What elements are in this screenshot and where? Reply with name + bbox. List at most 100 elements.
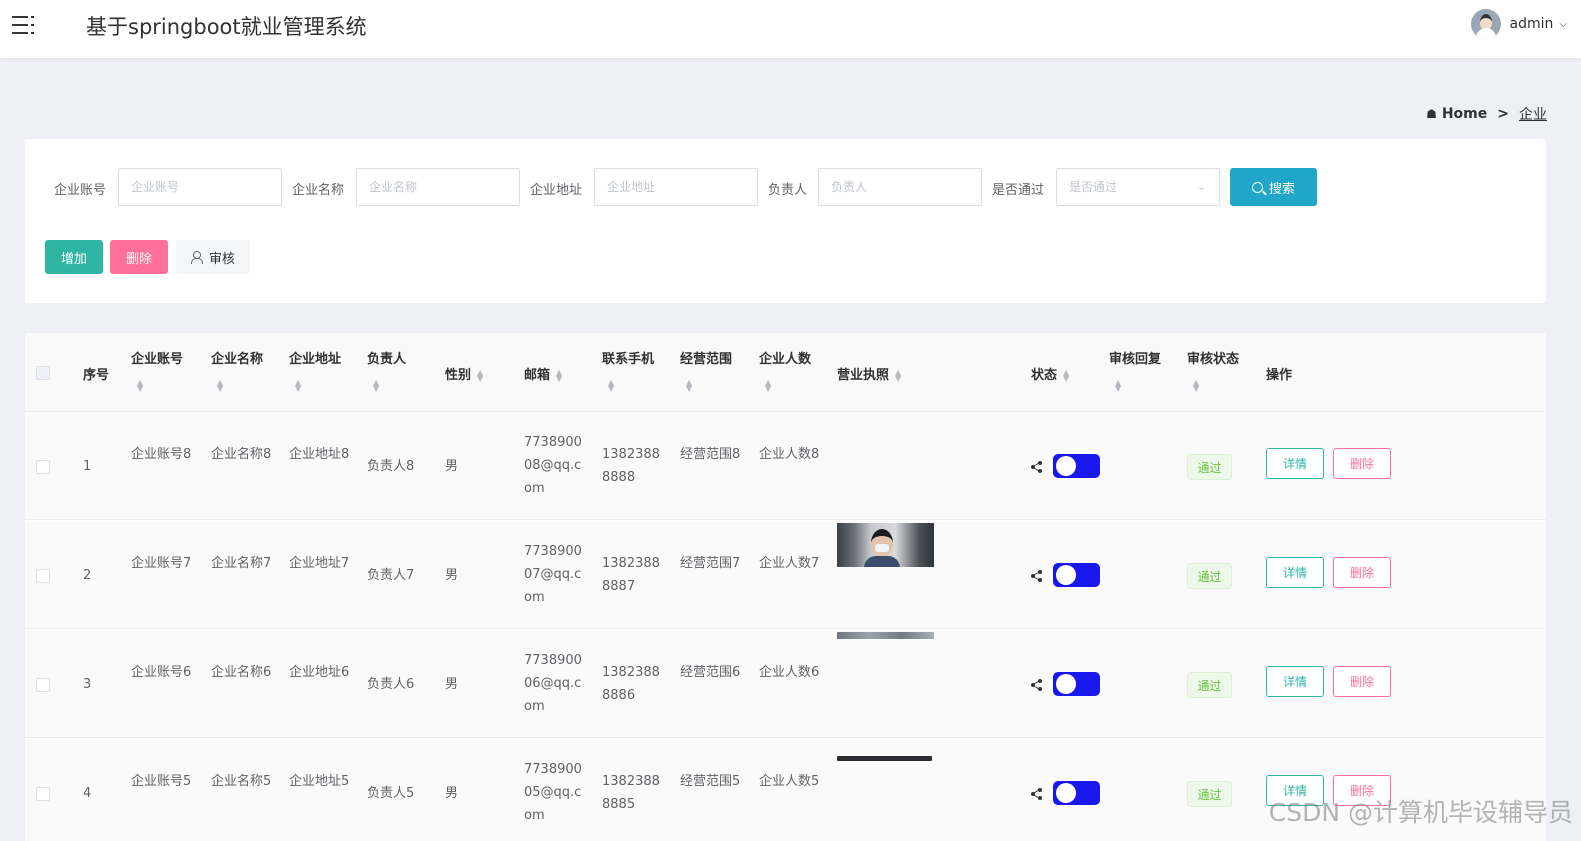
- col-license[interactable]: 营业执照 ▲ ▼: [837, 364, 901, 383]
- table-row: 3 企业账号6 企业名称6 企业地址6 负责人6 男 773890006@qq.…: [25, 630, 1546, 738]
- col-address[interactable]: 企业地址 ▲ ▼: [289, 348, 341, 393]
- search-button-label: 搜索: [1268, 181, 1295, 197]
- chevron-down-icon: ⌵: [1559, 18, 1567, 30]
- cell-email: 773890007@qq.com: [524, 544, 582, 605]
- license-image[interactable]: [837, 523, 934, 567]
- breadcrumb-home[interactable]: Home: [1442, 106, 1487, 122]
- select-all-checkbox[interactable]: [36, 366, 50, 380]
- owner-input[interactable]: [818, 168, 982, 206]
- delete-button[interactable]: 删除: [1333, 666, 1391, 697]
- watermark: CSDN @计算机毕设辅导员: [1268, 798, 1573, 827]
- cell-owner: 负责人6: [367, 677, 415, 692]
- status-toggle[interactable]: [1053, 454, 1100, 478]
- filter-label-account: 企业账号: [54, 183, 107, 198]
- status-toggle[interactable]: [1053, 781, 1100, 805]
- col-status[interactable]: 状态 ▲ ▼: [1031, 364, 1069, 383]
- cell-index: 1: [83, 459, 92, 474]
- detail-button[interactable]: 详情: [1266, 557, 1324, 588]
- cell-scope: 经营范围5: [680, 774, 741, 789]
- row-checkbox[interactable]: [36, 460, 50, 474]
- cell-name: 企业名称5: [211, 774, 272, 789]
- col-staff[interactable]: 企业人数 ▲ ▼: [759, 348, 811, 393]
- col-audit-status[interactable]: 审核状态 ▲ ▼: [1187, 348, 1239, 393]
- audit-button[interactable]: 审核: [176, 240, 250, 274]
- status-badge: 通过: [1187, 672, 1232, 698]
- address-input[interactable]: [594, 168, 758, 206]
- account-input[interactable]: [118, 168, 282, 206]
- col-owner[interactable]: 负责人 ▲ ▼: [367, 348, 406, 393]
- cell-gender: 男: [445, 459, 459, 474]
- col-scope[interactable]: 经营范围 ▲ ▼: [680, 348, 732, 393]
- breadcrumb-separator: >: [1497, 106, 1509, 122]
- cell-staff: 企业人数6: [759, 665, 820, 680]
- col-email[interactable]: 邮箱 ▲ ▼: [524, 364, 562, 383]
- cell-staff: 企业人数5: [759, 774, 820, 789]
- cell-phone: 13823888885: [602, 774, 660, 812]
- table-header: 序号 企业账号 ▲ ▼ 企业名称 ▲ ▼ 企业地址 ▲ ▼ 负责人 ▲ ▼ 性别 ▲ ▼ 邮箱 ▲ ▼ …: [25, 333, 1546, 412]
- cell-address: 企业地址5: [289, 774, 350, 789]
- col-reply[interactable]: 审核回复 ▲ ▼: [1109, 348, 1161, 393]
- detail-button[interactable]: 详情: [1266, 448, 1324, 479]
- cell-owner: 负责人5: [367, 786, 415, 801]
- name-input[interactable]: [356, 168, 520, 206]
- delete-button[interactable]: 删除: [1333, 448, 1391, 479]
- row-checkbox[interactable]: [36, 787, 50, 801]
- breadcrumb: ☗ Home > 企业: [1426, 104, 1547, 124]
- filter-label-approved: 是否通过: [992, 183, 1045, 198]
- user-menu[interactable]: admin ⌵: [1470, 9, 1567, 39]
- sort-icon: ▲ ▼: [477, 367, 484, 383]
- table-row: 1 企业账号8 企业名称8 企业地址8 负责人8 男 773890008@qq.…: [25, 412, 1546, 520]
- cell-gender: 男: [445, 677, 459, 692]
- search-button[interactable]: 搜索: [1230, 168, 1317, 206]
- table-row: 2 企业账号7 企业名称7 企业地址7 负责人7 男 773890007@qq.…: [25, 521, 1546, 629]
- cell-gender: 男: [445, 786, 459, 801]
- sort-icon: ▲ ▼: [765, 378, 772, 393]
- cell-name: 企业名称6: [211, 665, 272, 680]
- sort-icon: ▲ ▼: [556, 367, 563, 383]
- approved-select[interactable]: [1056, 168, 1220, 206]
- detail-button[interactable]: 详情: [1266, 666, 1324, 697]
- cell-account: 企业账号6: [131, 665, 192, 680]
- share-icon[interactable]: [1031, 679, 1043, 691]
- sort-icon: ▲ ▼: [1063, 367, 1070, 383]
- breadcrumb-current[interactable]: 企业: [1519, 104, 1547, 124]
- cell-email: 773890005@qq.com: [524, 762, 582, 823]
- cell-scope: 经营范围7: [680, 556, 741, 571]
- status-toggle[interactable]: [1053, 563, 1100, 587]
- cell-name: 企业名称7: [211, 556, 272, 571]
- status-toggle[interactable]: [1053, 672, 1100, 696]
- col-ops: 操作: [1266, 368, 1293, 383]
- add-button[interactable]: 增加: [45, 240, 103, 274]
- cell-owner: 负责人8: [367, 459, 415, 474]
- cell-index: 2: [83, 568, 92, 583]
- col-gender[interactable]: 性别 ▲ ▼: [445, 364, 483, 383]
- col-name[interactable]: 企业名称 ▲ ▼: [211, 348, 263, 393]
- license-image[interactable]: [837, 632, 934, 639]
- cell-index: 3: [83, 677, 92, 692]
- cell-scope: 经营范围6: [680, 665, 741, 680]
- row-checkbox[interactable]: [36, 678, 50, 692]
- user-icon: [190, 251, 203, 264]
- share-icon[interactable]: [1031, 570, 1043, 582]
- license-image[interactable]: [837, 756, 932, 761]
- sort-icon: ▲ ▼: [295, 378, 302, 393]
- sort-icon: ▲ ▼: [895, 367, 902, 383]
- batch-delete-button[interactable]: 删除: [110, 240, 168, 274]
- delete-button[interactable]: 删除: [1333, 557, 1391, 588]
- share-icon[interactable]: [1031, 461, 1043, 473]
- sort-icon: ▲ ▼: [686, 378, 693, 393]
- col-account[interactable]: 企业账号 ▲ ▼: [131, 348, 183, 393]
- cell-name: 企业名称8: [211, 447, 272, 462]
- cell-phone: 13823888886: [602, 665, 660, 703]
- menu-icon[interactable]: [12, 14, 36, 36]
- cell-owner: 负责人7: [367, 568, 415, 583]
- share-icon[interactable]: [1031, 788, 1043, 800]
- col-index: 序号: [83, 368, 110, 383]
- cell-account: 企业账号8: [131, 447, 192, 462]
- sort-icon: ▲ ▼: [217, 378, 224, 393]
- filter-label-name: 企业名称: [292, 183, 345, 198]
- row-checkbox[interactable]: [36, 569, 50, 583]
- filter-label-address: 企业地址: [530, 183, 583, 198]
- col-phone[interactable]: 联系手机 ▲ ▼: [602, 348, 654, 393]
- sort-icon: ▲ ▼: [137, 378, 144, 393]
